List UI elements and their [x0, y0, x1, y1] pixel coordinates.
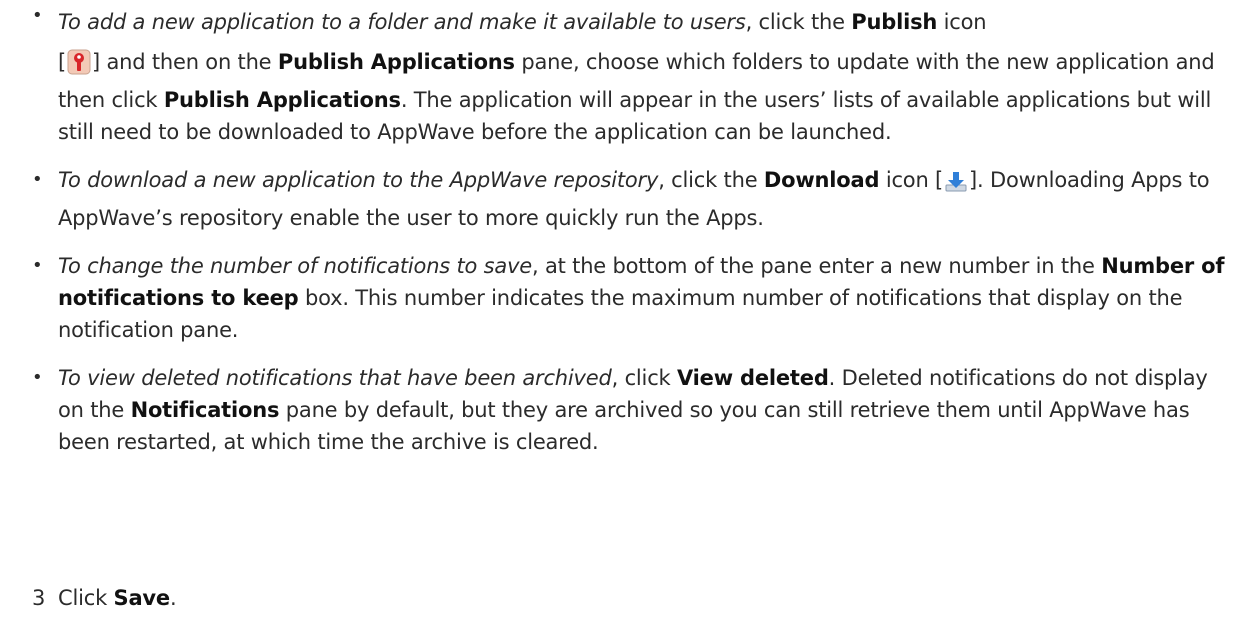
notifications-term: Notifications — [130, 398, 280, 422]
save-term: Save — [113, 586, 171, 610]
bullet-lead: To download a new application to the App… — [58, 168, 659, 192]
bullet-lead: To add a new application to a folder and… — [58, 10, 746, 34]
list-item-download: • To download a new application to the A… — [0, 164, 1250, 234]
download-icon — [944, 170, 968, 202]
step-text: Click — [58, 586, 114, 610]
bullet-text: icon — [937, 10, 987, 34]
bullet-symbol: • — [32, 169, 43, 190]
bullet-lead: To change the number of notifications to… — [58, 254, 533, 278]
step-3: 3 Click Save. — [0, 582, 177, 614]
publish-term: Publish — [851, 10, 938, 34]
bullet-symbol: • — [32, 5, 43, 26]
bullet-text: , click the — [658, 168, 764, 192]
publish-applications-term: Publish Applications — [277, 50, 515, 74]
bullet-text: [ — [58, 50, 66, 74]
bullet-text: , click the — [745, 10, 852, 34]
list-item-publish: • To add a new application to a folder a… — [0, 0, 1250, 148]
instruction-list: • To add a new application to a folder a… — [0, 0, 1250, 458]
bullet-text: , at the bottom of the pane enter a new … — [532, 254, 1102, 278]
bullet-text: ] and then on the — [92, 50, 278, 74]
download-term: Download — [763, 168, 880, 192]
bullet-lead: To view deleted notifications that have … — [58, 366, 612, 390]
list-item-view-deleted: • To view deleted notifications that hav… — [0, 362, 1250, 458]
bullet-line: To add a new application to a folder and… — [58, 6, 1226, 38]
bullet-symbol: • — [32, 255, 43, 276]
document-page: • To add a new application to a folder a… — [0, 0, 1250, 610]
bullet-text: icon [ — [879, 168, 944, 192]
publish-applications-term: Publish Applications — [163, 88, 401, 112]
publish-icon — [67, 49, 91, 84]
list-item-notifications-count: • To change the number of notifications … — [0, 250, 1250, 346]
view-deleted-term: View deleted — [676, 366, 829, 390]
bullet-text: , click — [611, 366, 677, 390]
bullet-symbol: • — [32, 367, 43, 388]
step-text: . — [169, 586, 177, 610]
step-number: 3 — [32, 586, 46, 610]
